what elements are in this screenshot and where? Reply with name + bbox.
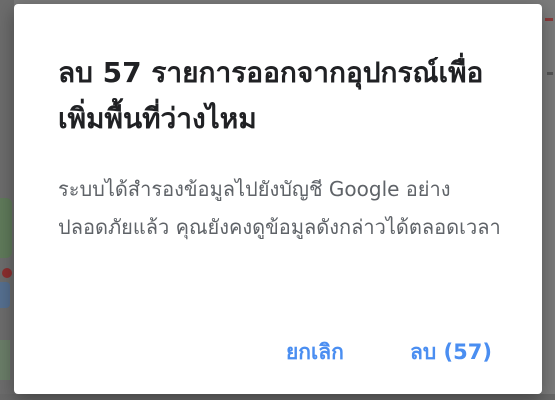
- background-mark: [545, 18, 553, 21]
- background-bottom-edge: [0, 394, 555, 400]
- confirm-dialog: ลบ 57 รายการออกจากอุปกรณ์เพื่อเพิ่มพื้นท…: [14, 4, 542, 394]
- dialog-title: ลบ 57 รายการออกจากอุปกรณ์เพื่อเพิ่มพื้นท…: [58, 56, 484, 135]
- background-thumbnail: [0, 198, 12, 258]
- cancel-button[interactable]: ยกเลิก: [280, 332, 350, 372]
- delete-button[interactable]: ลบ (57): [404, 332, 498, 372]
- background-chip: [0, 282, 10, 308]
- background-badge: [2, 268, 12, 278]
- background-right-edge: [541, 0, 555, 400]
- background-thumbnail: [0, 340, 10, 380]
- screen: ลบ 57 รายการออกจากอุปกรณ์เพื่อเพิ่มพื้นท…: [0, 0, 555, 400]
- dialog-message: ระบบได้สำรองข้อมูลไปยังบัญชี Google อย่า…: [58, 177, 501, 239]
- background-mark: [547, 72, 553, 75]
